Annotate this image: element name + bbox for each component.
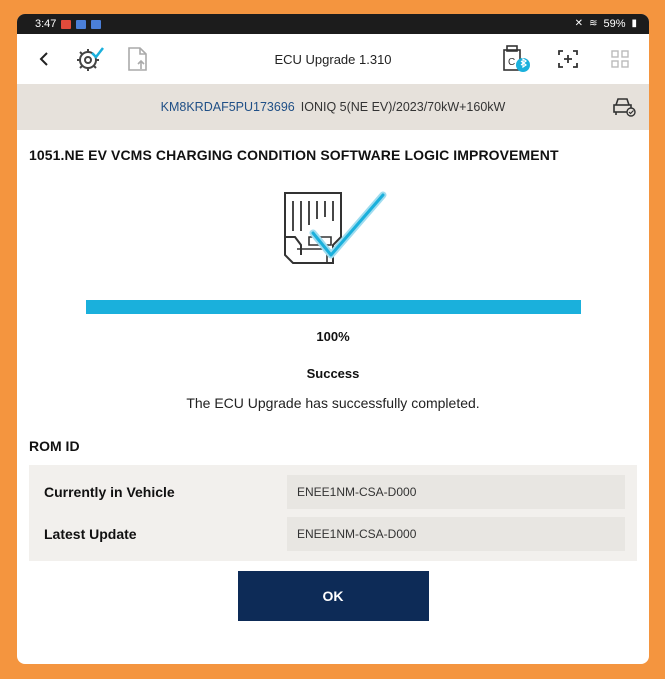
progress-bar <box>85 300 581 314</box>
gear-check-button[interactable] <box>73 42 107 76</box>
gear-check-icon <box>77 47 104 71</box>
rom-id-header: ROM ID <box>29 438 80 454</box>
rom-row-latest: Latest Update ENEE1NM-CSA-D000 <box>41 516 625 552</box>
rom-value-latest: ENEE1NM-CSA-D000 <box>287 517 625 551</box>
document-upload-button[interactable] <box>121 42 155 76</box>
status-bar: 3:47 ✕ ≋ 59% ▮ <box>17 14 649 34</box>
ok-button[interactable]: OK <box>237 571 429 621</box>
battery-icon: ▮ <box>631 18 637 29</box>
mute-icon: ✕ <box>574 18 584 29</box>
svg-text:C: C <box>508 57 515 68</box>
back-button[interactable] <box>29 44 59 74</box>
vci-bluetooth-button[interactable]: C <box>499 42 533 76</box>
screen-capture-icon <box>558 50 578 68</box>
grid-menu-button[interactable] <box>603 42 637 76</box>
progress-percent: 100% <box>316 329 350 344</box>
main-content: 1051.NE EV VCMS CHARGING CONDITION SOFTW… <box>17 147 649 621</box>
vehicle-info-bar: KM8KRDAF5PU173696 IONIQ 5(NE EV)/2023/70… <box>17 84 649 130</box>
ecu-check-icon <box>284 191 387 264</box>
document-upload-icon <box>128 47 147 71</box>
battery-level: 59% <box>603 18 626 30</box>
vehicle-description: IONIQ 5(NE EV)/2023/70kW+160kW <box>300 100 506 114</box>
calendar-notification-icon <box>61 19 72 29</box>
app-bar: ECU Upgrade 1.310 C <box>17 34 649 84</box>
message-notification-icon <box>76 19 87 29</box>
message-notification-icon-2 <box>91 19 102 29</box>
vci-bluetooth-icon: C <box>503 45 530 72</box>
update-message: The ECU Upgrade has successfully complet… <box>186 395 480 411</box>
vehicle-settings-icon <box>613 98 636 117</box>
chevron-left-icon <box>39 52 48 66</box>
device-screen: 3:47 ✕ ≋ 59% ▮ ECU Upgrade 1.310 C KM8KR… <box>17 14 649 664</box>
rom-row-current: Currently in Vehicle ENEE1NM-CSA-D000 <box>41 474 625 510</box>
status-time: 3:47 <box>35 18 57 30</box>
wifi-icon: ≋ <box>589 18 598 29</box>
rom-label-latest: Latest Update <box>44 526 137 542</box>
update-title: 1051.NE EV VCMS CHARGING CONDITION SOFTW… <box>29 147 559 163</box>
ecu-illustration <box>29 181 637 277</box>
vehicle-settings-button[interactable] <box>611 95 637 122</box>
progress-fill <box>85 300 581 314</box>
rom-value-current: ENEE1NM-CSA-D000 <box>287 475 625 509</box>
grid-icon <box>611 50 629 68</box>
screen-capture-button[interactable] <box>551 42 585 76</box>
rom-label-current: Currently in Vehicle <box>44 484 175 500</box>
update-status: Success <box>306 366 360 381</box>
vehicle-vin: KM8KRDAF5PU173696 <box>160 100 295 114</box>
rom-id-table: Currently in Vehicle ENEE1NM-CSA-D000 La… <box>29 465 637 561</box>
